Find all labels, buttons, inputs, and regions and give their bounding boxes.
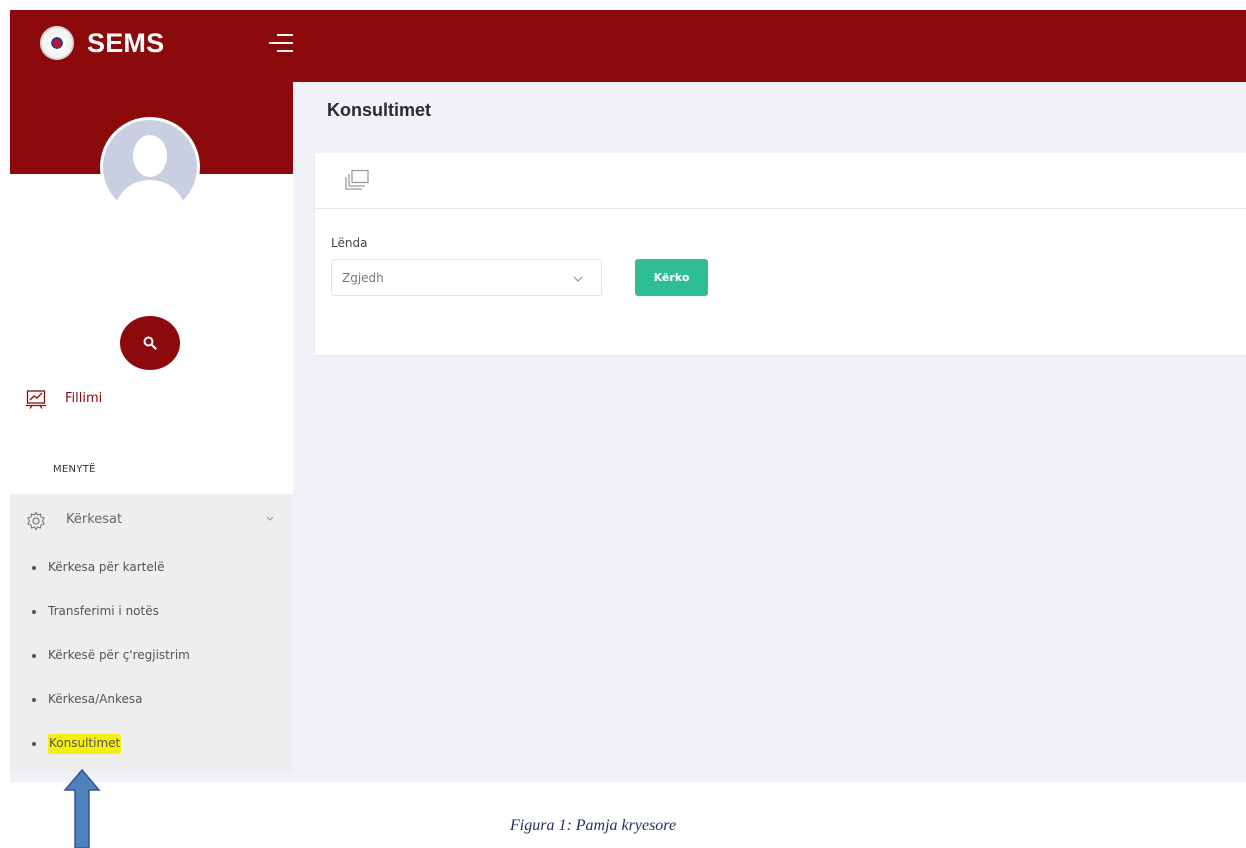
bullet — [32, 654, 36, 658]
sidebar-item-home[interactable]: Fillimi — [24, 388, 284, 412]
sidebar: SEMS Fillimi MENYTË Kërkesat Kërkesa për… — [10, 10, 293, 773]
consultation-card: Lënda Zgjedh Kërko — [315, 153, 1246, 355]
sidebar-search-button[interactable] — [120, 316, 180, 370]
chevron-down-icon — [266, 516, 274, 521]
avatar[interactable] — [100, 117, 200, 217]
figure-caption: Figura 1: Pamja kryesore — [510, 817, 677, 834]
search-button[interactable]: Kërko — [635, 259, 708, 296]
app-screen: SEMS Fillimi MENYTË Kërkesat Kërkesa për… — [10, 10, 1246, 782]
app-brand: SEMS — [87, 28, 165, 58]
sidebar-subitem-label: Kërkesa për kartelë — [48, 560, 165, 574]
gear-icon — [27, 511, 45, 531]
card-header — [315, 153, 1246, 209]
brand-bar: SEMS — [10, 10, 293, 82]
sidebar-subitem-label: Kërkesa/Ankesa — [48, 692, 143, 706]
bullet — [32, 566, 36, 570]
university-logo — [40, 26, 74, 60]
submenu-kerkesat: Kërkesat Kërkesa për kartelë Transferimi… — [10, 494, 293, 773]
chevron-down-icon — [573, 276, 583, 282]
windows-stack-icon — [345, 169, 369, 190]
logo-emblem-icon — [48, 34, 66, 52]
bullet — [32, 742, 36, 746]
annotation-arrow-icon — [63, 768, 101, 848]
sidebar-subitem-label-highlighted: Konsultimet — [48, 734, 122, 754]
subject-select[interactable]: Zgjedh — [331, 259, 602, 296]
sidebar-subitem-ankesa[interactable]: Kërkesa/Ankesa — [10, 688, 293, 712]
search-icon — [143, 336, 157, 350]
page-title: Konsultimet — [327, 100, 432, 120]
sidebar-item-label: Kërkesat — [66, 512, 123, 527]
sidebar-subitem-konsultimet[interactable]: Konsultimet — [10, 732, 293, 756]
sidebar-subitem-kartele[interactable]: Kërkesa për kartelë — [10, 556, 293, 580]
sidebar-subitem-cregjistrim[interactable]: Kërkesë për ç'regjistrim — [10, 644, 293, 668]
select-value: Zgjedh — [342, 271, 384, 285]
presentation-chart-icon — [26, 390, 46, 409]
menu-icon[interactable] — [263, 32, 293, 54]
sidebar-subitem-label: Kërkesë për ç'regjistrim — [48, 648, 190, 662]
sidebar-subitem-label: Transferimi i notës — [48, 604, 159, 618]
subject-label: Lënda — [331, 236, 368, 250]
sidebar-item-label: Fillimi — [65, 391, 103, 406]
bullet — [32, 610, 36, 614]
top-bar — [293, 10, 1246, 82]
bullet — [32, 698, 36, 702]
user-placeholder-icon — [103, 120, 197, 214]
sidebar-item-kerkesat[interactable]: Kërkesat — [10, 508, 293, 534]
menu-section-heading: MENYTË — [53, 464, 96, 475]
sidebar-subitem-transferimi[interactable]: Transferimi i notës — [10, 600, 293, 624]
